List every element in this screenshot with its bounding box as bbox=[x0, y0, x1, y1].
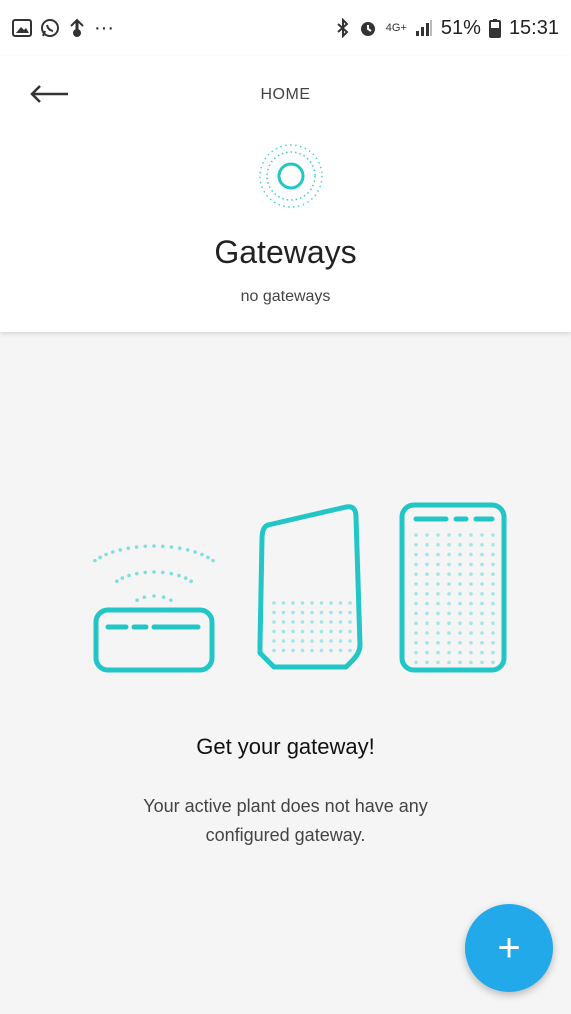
status-time: 15:31 bbox=[508, 16, 559, 39]
status-bar-left: ··· bbox=[12, 17, 114, 40]
more-notifications-icon: ··· bbox=[94, 16, 114, 39]
gateway-radar-icon bbox=[255, 140, 327, 212]
plus-icon: + bbox=[497, 925, 521, 970]
add-gateway-button[interactable]: + bbox=[465, 904, 553, 992]
gallery-icon bbox=[12, 19, 32, 37]
empty-state-description: Your active plant does not have any conf… bbox=[143, 796, 428, 845]
page-title: Gateways bbox=[214, 234, 357, 270]
signal-icon bbox=[415, 19, 433, 37]
app-notification-icon bbox=[68, 18, 86, 38]
battery-icon bbox=[488, 18, 501, 38]
page-subtitle: no gateways bbox=[240, 288, 331, 305]
status-bar: ··· 4G+ 51% 15:31 bbox=[0, 0, 571, 56]
page-header: HOME Gateways no gateways bbox=[0, 56, 571, 332]
status-bar-right: 4G+ 51% 15:31 bbox=[336, 17, 559, 40]
empty-state-title: Get your gateway! bbox=[196, 734, 375, 759]
bluetooth-icon bbox=[336, 18, 350, 38]
gateway-devices-illustration bbox=[70, 495, 510, 680]
whatsapp-icon bbox=[40, 18, 60, 38]
network-4g-icon: 4G+ bbox=[385, 22, 407, 34]
battery-percent: 51% bbox=[440, 16, 481, 39]
alarm-icon bbox=[358, 18, 378, 38]
nav-title: HOME bbox=[260, 86, 311, 103]
